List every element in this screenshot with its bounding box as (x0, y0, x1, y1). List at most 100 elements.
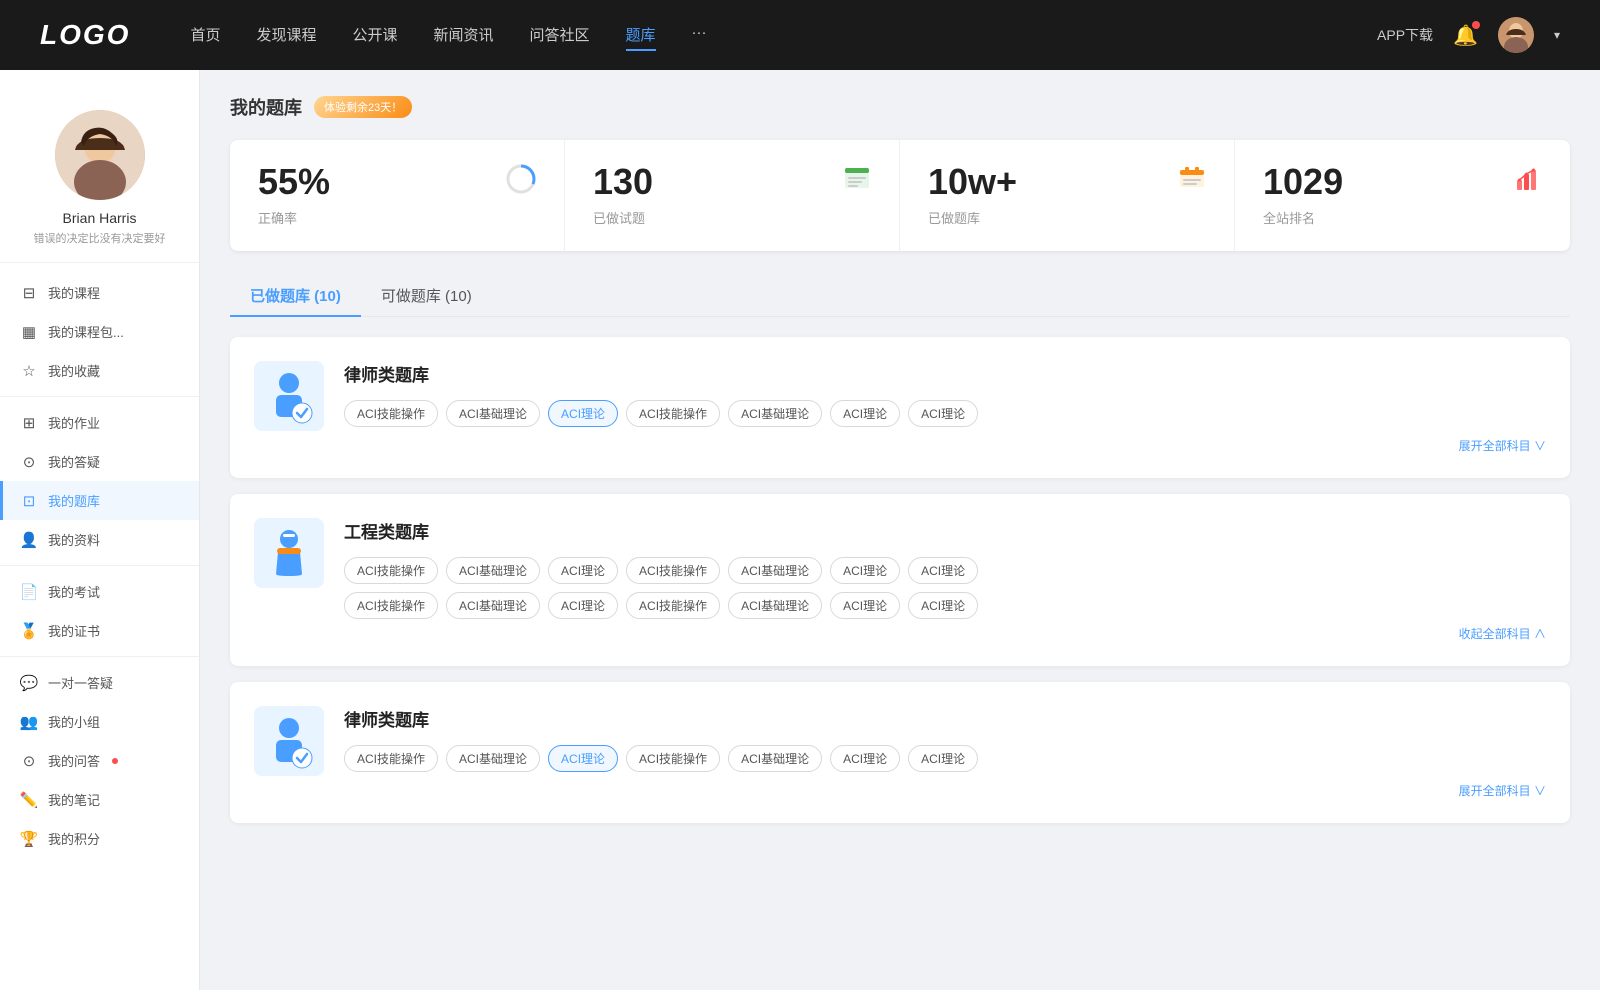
profile-icon: 👤 (20, 531, 38, 549)
tag-1r2-1[interactable]: ACI基础理论 (446, 592, 540, 619)
qbank-0-expand-link[interactable]: 展开全部科目 ∨ (1459, 437, 1546, 454)
page-title: 我的题库 (230, 94, 302, 120)
tag-1r2-5[interactable]: ACI理论 (830, 592, 900, 619)
stat-done-questions: 130 已做试题 (565, 140, 900, 251)
menu-course-packages[interactable]: ▦ 我的课程包... (0, 312, 199, 351)
menu-one-on-one[interactable]: 💬 一对一答疑 (0, 663, 199, 702)
main-nav: 首页 发现课程 公开课 新闻资讯 问答社区 题库 ··· (190, 20, 1377, 51)
tag-2-1[interactable]: ACI基础理论 (446, 745, 540, 772)
qbank-card-0-header: 律师类题库 ACI技能操作 ACI基础理论 ACI理论 ACI技能操作 ACI基… (254, 361, 1546, 431)
menu-my-courses[interactable]: ⊟ 我的课程 (0, 273, 199, 312)
tag-2-6[interactable]: ACI理论 (908, 745, 978, 772)
qa-icon: ⊙ (20, 453, 38, 471)
tag-0-3[interactable]: ACI技能操作 (626, 400, 720, 427)
tag-0-6[interactable]: ACI理论 (908, 400, 978, 427)
tag-2-3[interactable]: ACI技能操作 (626, 745, 720, 772)
tag-1r2-2[interactable]: ACI理论 (548, 592, 618, 619)
tag-1-6[interactable]: ACI理论 (908, 557, 978, 584)
menu-points[interactable]: 🏆 我的积分 (0, 819, 199, 858)
qbank-card-2: 律师类题库 ACI技能操作 ACI基础理论 ACI理论 ACI技能操作 ACI基… (230, 682, 1570, 823)
menu-groups[interactable]: 👥 我的小组 (0, 702, 199, 741)
tag-1r2-4[interactable]: ACI基础理论 (728, 592, 822, 619)
qbank-2-tags-row: ACI技能操作 ACI基础理论 ACI理论 ACI技能操作 ACI基础理论 AC… (344, 745, 1546, 772)
tag-1r2-6[interactable]: ACI理论 (908, 592, 978, 619)
nav-news[interactable]: 新闻资讯 (434, 20, 494, 51)
stat-accuracy-label: 正确率 (258, 208, 297, 227)
menu-homework[interactable]: ⊞ 我的作业 (0, 403, 199, 442)
tag-1-3[interactable]: ACI技能操作 (626, 557, 720, 584)
menu-profile[interactable]: 👤 我的资料 (0, 520, 199, 559)
tab-done-banks[interactable]: 已做题库 (10) (230, 275, 361, 316)
points-icon: 🏆 (20, 830, 38, 848)
tag-2-5[interactable]: ACI理论 (830, 745, 900, 772)
stat-banks-number: 10w+ (928, 164, 1017, 200)
qbank-0-name: 律师类题库 (344, 361, 1546, 386)
nav-home[interactable]: 首页 (190, 20, 220, 51)
nav-discover[interactable]: 发现课程 (256, 20, 316, 51)
tab-available-banks[interactable]: 可做题库 (10) (361, 275, 492, 316)
notes-icon: ✏️ (20, 791, 38, 809)
notification-bell-icon[interactable]: 🔔 (1453, 23, 1478, 48)
user-dropdown-icon[interactable]: ▾ (1554, 28, 1560, 42)
tag-1-1[interactable]: ACI基础理论 (446, 557, 540, 584)
stat-rank-label: 全站排名 (1263, 208, 1315, 227)
questions-icon: ⊙ (20, 752, 38, 770)
packages-icon: ▦ (20, 323, 38, 341)
stat-done-label: 已做试题 (593, 208, 645, 227)
menu-my-questions[interactable]: ⊙ 我的问答 (0, 741, 199, 780)
tag-0-0[interactable]: ACI技能操作 (344, 400, 438, 427)
tag-1-0[interactable]: ACI技能操作 (344, 557, 438, 584)
logo[interactable]: LOGO (40, 19, 130, 51)
sidebar: Brian Harris 错误的决定比没有决定要好 ⊟ 我的课程 ▦ 我的课程包… (0, 70, 200, 990)
qbank-0-tags-row: ACI技能操作 ACI基础理论 ACI理论 ACI技能操作 ACI基础理论 AC… (344, 400, 978, 427)
qbank-2-expand-link[interactable]: 展开全部科目 ∨ (1459, 782, 1546, 799)
qbank-1-expand-link[interactable]: 收起全部科目 ∧ (1459, 625, 1546, 642)
tag-1-4[interactable]: ACI基础理论 (728, 557, 822, 584)
header-right: APP下载 🔔 ▾ (1377, 17, 1560, 53)
qbank-2-info: 律师类题库 ACI技能操作 ACI基础理论 ACI理论 ACI技能操作 ACI基… (344, 706, 1546, 772)
nav-opencourse[interactable]: 公开课 (352, 20, 397, 51)
menu-favorites[interactable]: ☆ 我的收藏 (0, 351, 199, 390)
tag-0-1[interactable]: ACI基础理论 (446, 400, 540, 427)
nav-qa[interactable]: 问答社区 (530, 20, 590, 51)
tab-bar: 已做题库 (10) 可做题库 (10) (230, 275, 1570, 317)
user-avatar[interactable] (1498, 17, 1534, 53)
tag-2-0[interactable]: ACI技能操作 (344, 745, 438, 772)
main-content: 我的题库 体验剩余23天！ 55% 正确率 130 已做试题 (200, 70, 1600, 990)
tag-1r2-3[interactable]: ACI技能操作 (626, 592, 720, 619)
qbank-1-tags-row1: ACI技能操作 ACI基础理论 ACI理论 ACI技能操作 ACI基础理论 AC… (344, 557, 1546, 584)
nav-more[interactable]: ··· (692, 20, 707, 51)
profile-section: Brian Harris 错误的决定比没有决定要好 (0, 90, 199, 263)
app-download-button[interactable]: APP下载 (1377, 25, 1433, 45)
tag-1r2-0[interactable]: ACI技能操作 (344, 592, 438, 619)
menu-notes[interactable]: ✏️ 我的笔记 (0, 780, 199, 819)
groups-icon: 👥 (20, 713, 38, 731)
favorites-icon: ☆ (20, 362, 38, 380)
certificate-icon: 🏅 (20, 622, 38, 640)
qbank-card-0: 律师类题库 ACI技能操作 ACI基础理论 ACI理论 ACI技能操作 ACI基… (230, 337, 1570, 478)
qbank-1-tags-row2: ACI技能操作 ACI基础理论 ACI理论 ACI技能操作 ACI基础理论 AC… (344, 592, 1546, 619)
qbank-2-name: 律师类题库 (344, 706, 1546, 731)
tag-2-2[interactable]: ACI理论 (548, 745, 618, 772)
tag-1-5[interactable]: ACI理论 (830, 557, 900, 584)
tag-0-4[interactable]: ACI基础理论 (728, 400, 822, 427)
tag-1-2[interactable]: ACI理论 (548, 557, 618, 584)
menu-exam[interactable]: 📄 我的考试 (0, 572, 199, 611)
homework-icon: ⊞ (20, 414, 38, 432)
profile-motto: 错误的决定比没有决定要好 (24, 230, 176, 246)
tag-2-4[interactable]: ACI基础理论 (728, 745, 822, 772)
nav-qbank[interactable]: 题库 (626, 20, 656, 51)
stat-accuracy-number: 55% (258, 164, 330, 200)
menu-certificate[interactable]: 🏅 我的证书 (0, 611, 199, 650)
sidebar-menu: ⊟ 我的课程 ▦ 我的课程包... ☆ 我的收藏 ⊞ 我的作业 ⊙ 我的答疑 ⊡ (0, 263, 199, 868)
stat-done-banks: 10w+ 已做题库 (900, 140, 1235, 251)
qbank-0-tags: ACI技能操作 ACI基础理论 ACI理论 ACI技能操作 ACI基础理论 AC… (344, 400, 1546, 427)
tag-0-5[interactable]: ACI理论 (830, 400, 900, 427)
accuracy-chart-icon (506, 164, 536, 201)
tag-0-2[interactable]: ACI理论 (548, 400, 618, 427)
qbank-card-2-header: 律师类题库 ACI技能操作 ACI基础理论 ACI理论 ACI技能操作 ACI基… (254, 706, 1546, 776)
qbank-card-1-header: 工程类题库 ACI技能操作 ACI基础理论 ACI理论 ACI技能操作 ACI基… (254, 518, 1546, 619)
qbank-icon: ⊡ (20, 492, 38, 510)
menu-qbank[interactable]: ⊡ 我的题库 (0, 481, 199, 520)
menu-qa-answers[interactable]: ⊙ 我的答疑 (0, 442, 199, 481)
